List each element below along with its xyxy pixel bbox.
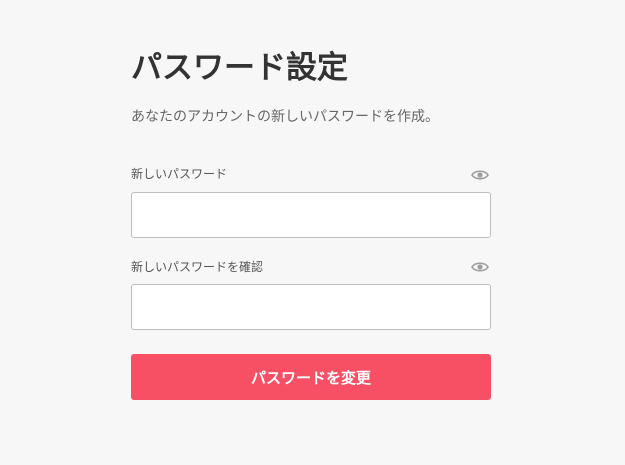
new-password-input[interactable] <box>131 192 491 238</box>
page-title: パスワード設定 <box>131 50 348 86</box>
eye-icon <box>471 170 489 180</box>
change-password-button[interactable]: パスワードを変更 <box>131 354 491 400</box>
confirm-password-input[interactable] <box>131 284 491 330</box>
show-confirm-password-toggle[interactable] <box>469 259 491 275</box>
new-password-label: 新しいパスワード <box>131 167 228 181</box>
eye-icon <box>471 262 489 272</box>
confirm-password-label: 新しいパスワードを確認 <box>131 260 264 274</box>
show-new-password-toggle[interactable] <box>469 167 491 183</box>
page-subtitle: あなたのアカウントの新しいパスワードを作成。 <box>131 109 439 125</box>
